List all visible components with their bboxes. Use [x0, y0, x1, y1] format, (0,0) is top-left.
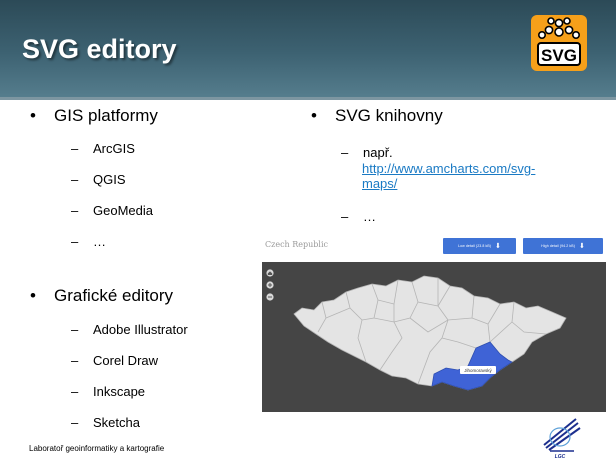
sub-item-label: např.: [363, 145, 393, 160]
svg-text:LGC: LGC: [555, 454, 566, 460]
download-high-label: High detail (94.2 kB): [541, 244, 575, 248]
map-preview-header: Czech Republic Low detail (23.8 kB) ⬇ Hi…: [262, 232, 606, 260]
bullet-label: GIS platformy: [54, 106, 158, 125]
czech-map: Jihomoravský: [266, 269, 567, 391]
download-low-detail-button[interactable]: Low detail (23.8 kB) ⬇: [443, 238, 516, 254]
sub-item-label: Inkscape: [93, 384, 146, 399]
sub-item-label: …: [93, 234, 106, 249]
link-line-2: maps/: [362, 176, 398, 191]
czech-regions: [293, 275, 567, 391]
sub-item-label: GeoMedia: [93, 203, 153, 218]
zoom-in-plus-icon[interactable]: [266, 281, 274, 289]
download-high-detail-button[interactable]: High detail (94.2 kB) ⬇: [523, 238, 603, 254]
zoom-out-minus-icon[interactable]: [266, 293, 274, 301]
logo-text: SVG: [541, 46, 577, 65]
download-low-label: Low detail (23.8 kB): [458, 244, 492, 248]
sub-item-label: …: [363, 209, 376, 224]
title-bar-rule: [0, 97, 616, 100]
amcharts-svg-maps-link[interactable]: http://www.amcharts.com/svg-maps/: [362, 161, 582, 191]
link-line-1: http://www.amcharts.com/svg-: [362, 161, 536, 176]
sub-item-label: Adobe Illustrator: [93, 322, 188, 337]
bullet-label: Grafické editory: [54, 286, 174, 305]
sub-item-label: Sketcha: [93, 415, 140, 430]
svg-logo-icon: SVG: [531, 15, 587, 71]
region[interactable]: [293, 275, 567, 391]
map-preview: Jihomoravský: [262, 262, 606, 412]
sub-item-label: QGIS: [93, 172, 126, 187]
map-title: Czech Republic: [265, 240, 328, 249]
footer-text: Laboratoř geoinformatiky a kartografie: [29, 444, 165, 453]
home-icon[interactable]: [266, 269, 274, 277]
slide-title: SVG editory: [22, 34, 177, 64]
lgc-logo-icon: LGC: [543, 418, 581, 460]
sub-item-label: ArcGIS: [93, 141, 135, 156]
region-tooltip-label: Jihomoravský: [464, 368, 492, 373]
bullet-label: SVG knihovny: [335, 106, 443, 125]
sub-item-label: Corel Draw: [93, 353, 159, 368]
download-icon: ⬇: [495, 242, 501, 250]
download-icon: ⬇: [578, 242, 585, 250]
